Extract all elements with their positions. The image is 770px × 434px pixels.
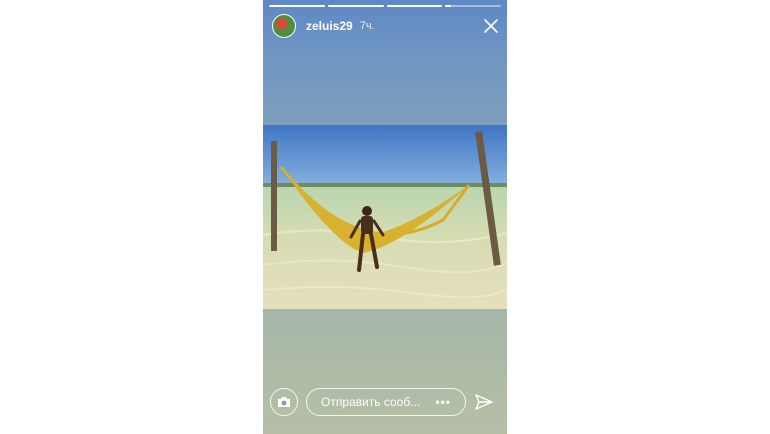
story-photo xyxy=(263,125,507,309)
reply-input[interactable]: Отправить сооб... ••• xyxy=(306,388,466,416)
send-icon[interactable] xyxy=(475,393,493,411)
reply-placeholder: Отправить сооб... xyxy=(321,395,421,409)
avatar[interactable] xyxy=(272,14,296,38)
close-icon[interactable] xyxy=(483,18,499,34)
camera-icon xyxy=(278,397,290,407)
story-viewer[interactable]: zeluis29 7ч. Отправить сооб... ••• xyxy=(263,0,507,434)
story-header: zeluis29 7ч. xyxy=(272,14,499,38)
story-progress-bar xyxy=(269,5,501,7)
progress-segment xyxy=(269,5,325,7)
more-options-button[interactable]: ••• xyxy=(435,395,451,409)
camera-button[interactable] xyxy=(270,388,298,416)
progress-segment xyxy=(445,5,501,7)
progress-segment xyxy=(386,5,443,7)
username[interactable]: zeluis29 xyxy=(306,19,353,33)
story-footer: Отправить сооб... ••• xyxy=(263,388,507,434)
progress-segment xyxy=(327,5,384,7)
time-ago: 7ч. xyxy=(359,20,375,32)
